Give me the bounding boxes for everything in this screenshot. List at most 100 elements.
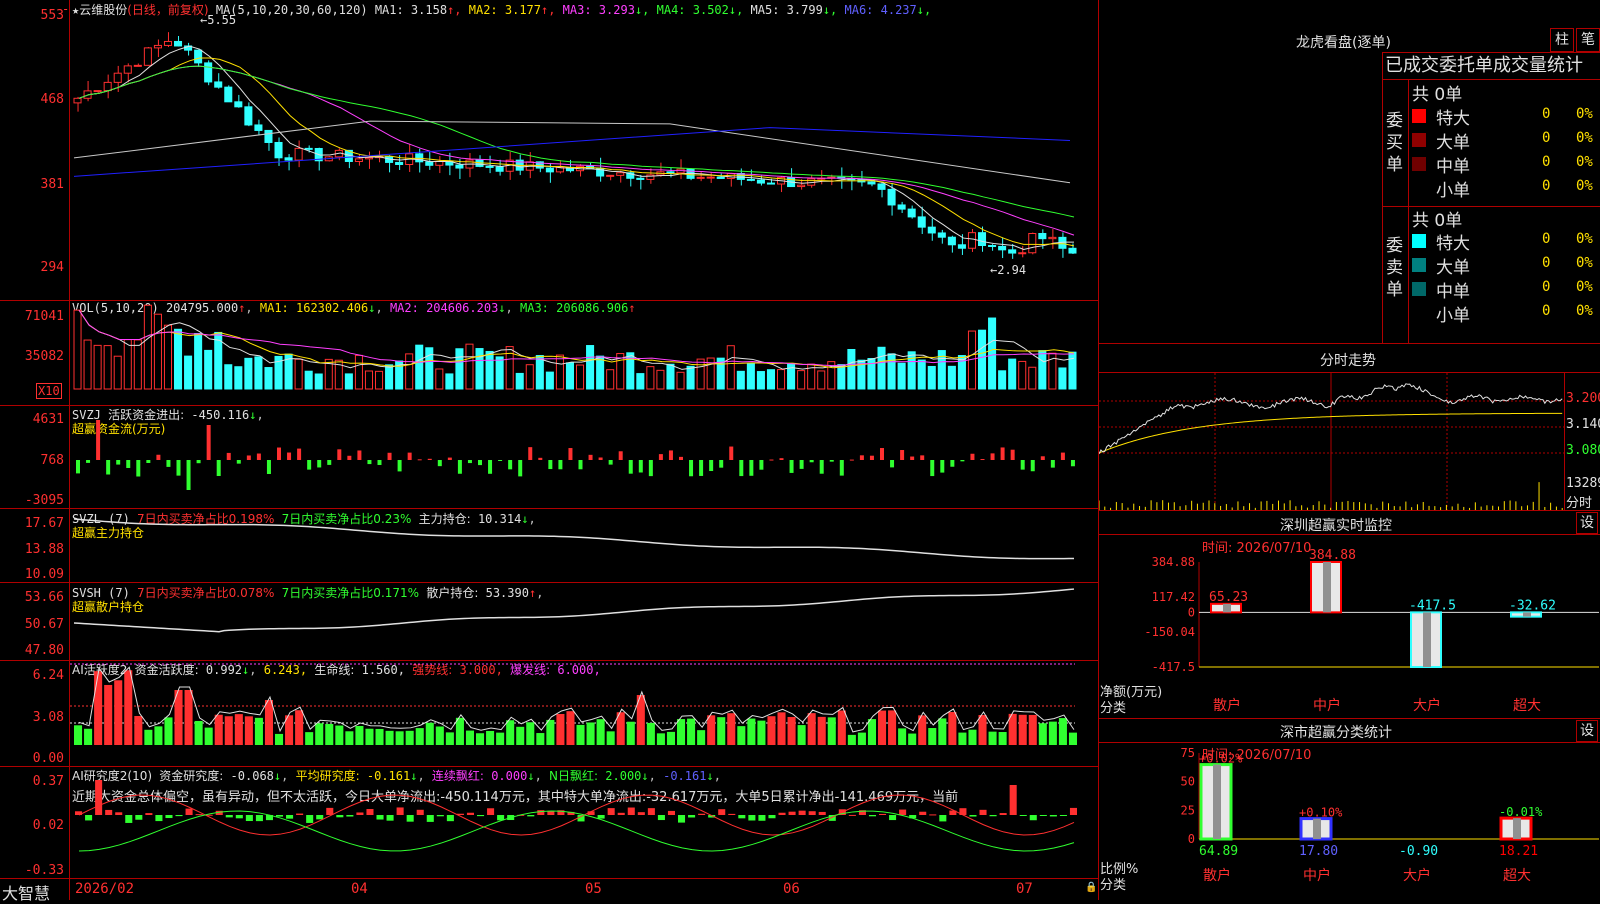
research-bar (929, 814, 937, 816)
research-bar (376, 815, 384, 820)
order-type-label: 中单 (1436, 157, 1470, 177)
order-percent: 0% (1576, 178, 1593, 194)
flow-bar (769, 459, 774, 461)
bar-ratio-label: 64.89 (1199, 844, 1238, 859)
candle-body (1008, 249, 1017, 254)
flow-bar (136, 460, 141, 477)
monitor-chart[interactable]: 384.88 117.420 -150.04 -417.5 65.23 散户 384.88 中… (1099, 535, 1600, 720)
net-bar-shade (1223, 603, 1231, 613)
flow-bar (226, 452, 231, 460)
activity-bar (606, 731, 615, 745)
research-chart[interactable] (70, 767, 1098, 878)
research-bar (195, 814, 203, 816)
volume-bar (525, 364, 534, 390)
candle-body (304, 147, 313, 150)
research-bar (487, 808, 495, 815)
flow-bar (488, 460, 493, 474)
volume-chart[interactable] (70, 301, 1098, 405)
lock-icon[interactable]: 🔒 (1085, 882, 1097, 893)
flow-bar (578, 460, 583, 470)
activity-bar (646, 722, 655, 745)
volume-bar (917, 359, 926, 390)
flow-bar (799, 460, 804, 469)
sell-total: 共 0单 (1412, 211, 1463, 231)
flow-bar (106, 460, 111, 475)
bar-value-label: 65.23 (1209, 590, 1248, 605)
retail-holding-chart[interactable] (70, 583, 1098, 660)
bar-mode-button[interactable]: 柱 (1550, 28, 1574, 52)
activity-bar (224, 716, 233, 745)
candle-body (364, 157, 374, 160)
order-type-label: 特大 (1436, 109, 1470, 129)
activity-bar (1058, 718, 1067, 745)
research-bar (678, 815, 686, 823)
fund-flow-chart[interactable] (70, 406, 1098, 508)
bar-category-label: 超大 (1503, 868, 1531, 884)
volume-bar (174, 328, 183, 390)
activity-chart[interactable] (70, 661, 1098, 766)
research-bar (597, 815, 605, 819)
tick-mode-button[interactable]: 笔 (1576, 28, 1600, 52)
flow-bar (347, 455, 352, 460)
activity-bar (777, 712, 786, 745)
research-bar (1039, 815, 1047, 816)
flow-bar (809, 460, 814, 463)
activity-bar (295, 710, 304, 745)
volume-bar (83, 339, 92, 390)
volume-bar (837, 364, 846, 390)
candle-body (274, 141, 283, 159)
flow-bar (407, 452, 412, 460)
y-tick-label: 384.88 (1152, 555, 1195, 569)
candle-body (455, 164, 464, 169)
vol-ma-line (78, 309, 1075, 369)
candle-body (103, 81, 112, 92)
flow-bar (668, 450, 673, 460)
monitor-settings-button[interactable]: 设 (1576, 512, 1598, 534)
flow-bar (1040, 456, 1045, 460)
research-bar (255, 815, 263, 822)
activity-bar (1028, 714, 1037, 745)
flow-bar (1070, 460, 1075, 467)
y-label: 6.24 (32, 668, 64, 683)
activity-bar (948, 712, 957, 745)
candle-body (123, 65, 132, 74)
classify-chart[interactable]: 75 50 25 0 +0.02% 64.89 散户 +0.10% 17.80 中户 -0.90 大户… (1099, 743, 1600, 900)
research-bar (225, 815, 233, 818)
y-label: 71041 (24, 309, 64, 324)
volume-bar (656, 369, 665, 390)
activity-bar (405, 730, 414, 745)
activity-bar (244, 716, 253, 745)
y-label: -0.33 (24, 863, 64, 878)
flow-bar (910, 456, 915, 460)
flow-bar (1010, 449, 1015, 460)
order-count: 0 (1542, 130, 1551, 146)
intraday-chart[interactable] (1099, 373, 1564, 510)
activity-bar (234, 714, 243, 745)
order-percent: 0% (1576, 279, 1593, 295)
flow-bar (1050, 460, 1055, 468)
research-bar (698, 813, 706, 815)
flow-bar (216, 460, 221, 476)
bar-change-label: +0.10% (1299, 806, 1343, 820)
activity-bar (476, 733, 485, 745)
classify-settings-button[interactable]: 设 (1576, 720, 1598, 742)
volume-bar (555, 354, 564, 390)
volume-bar (646, 366, 655, 390)
main-holding-chart[interactable] (70, 509, 1098, 582)
volume-bar (103, 345, 112, 390)
y-label: 294 (40, 260, 64, 275)
research-bar (527, 815, 535, 817)
activity-bar (465, 730, 474, 745)
volume-bar (184, 355, 193, 390)
y-label: 381 (40, 177, 64, 192)
research-bar (155, 815, 163, 822)
volume-bar (636, 373, 645, 390)
candlestick-chart[interactable] (70, 0, 1098, 300)
volume-bar (244, 357, 253, 390)
candle-body (174, 40, 183, 47)
order-count: 0 (1542, 279, 1551, 295)
activity-bar (84, 728, 93, 745)
order-type-label: 大单 (1436, 133, 1470, 153)
order-count: 0 (1542, 303, 1551, 319)
research-bar (688, 815, 696, 818)
